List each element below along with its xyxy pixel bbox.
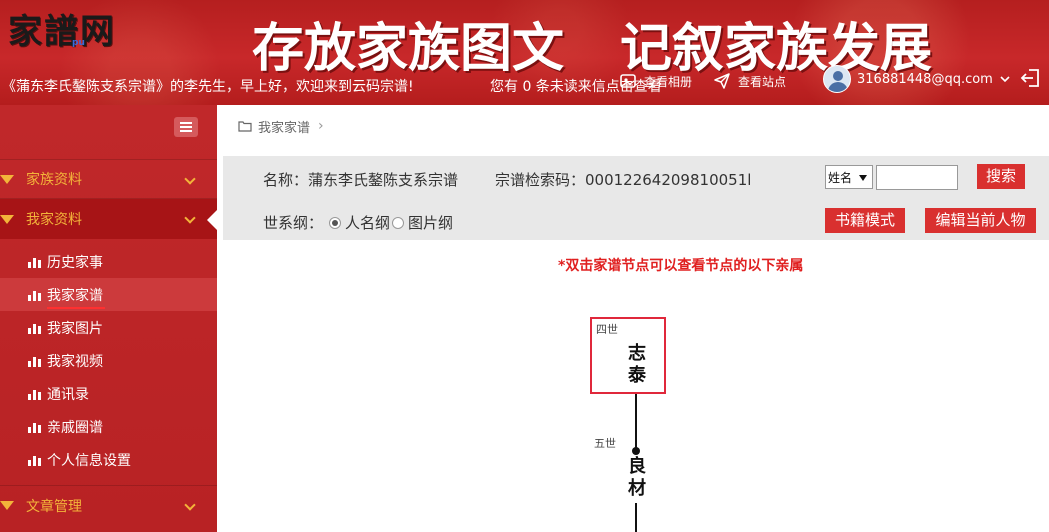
tree-connector [635,503,637,532]
tree-node-name[interactable]: 良材 [626,456,648,500]
tree-node-dot [632,447,640,455]
tree-connector [635,394,637,450]
family-tree: 四世 志泰 五世 良材 [0,0,1049,532]
generation-label: 四世 [596,323,618,336]
generation-label: 五世 [594,437,616,450]
tree-node-name[interactable]: 志泰 [626,343,648,387]
